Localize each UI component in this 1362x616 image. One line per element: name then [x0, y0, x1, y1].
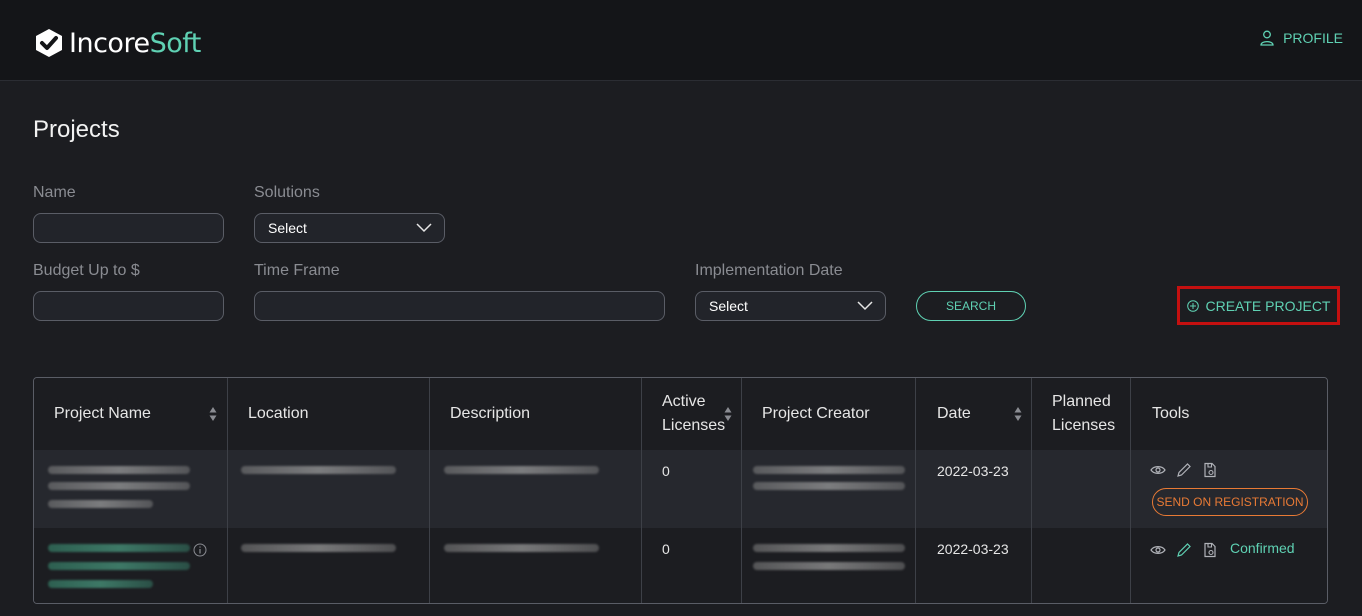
info-icon[interactable] — [193, 543, 207, 557]
redacted-project-creator — [753, 562, 905, 570]
page-title: Projects — [33, 116, 120, 143]
budget-filter-label: Budget Up to $ — [33, 262, 140, 279]
col-tools: Tools — [1152, 405, 1190, 422]
send-on-registration-button[interactable]: SEND ON REGISTRATION — [1152, 488, 1308, 516]
column-divider — [641, 378, 642, 603]
col-description: Description — [450, 405, 531, 422]
top-bar: IncoreSoft PROFILE — [0, 0, 1362, 81]
column-divider — [227, 378, 228, 603]
impl-date-select[interactable]: Select — [695, 291, 886, 321]
col-project-creator: Project Creator — [762, 405, 870, 422]
create-project-label: CREATE PROJECT — [1205, 297, 1331, 314]
impl-date-filter-label: Implementation Date — [695, 262, 843, 279]
redacted-project-name — [48, 466, 190, 474]
redacted-project-name — [48, 482, 190, 490]
budget-filter-input[interactable] — [33, 291, 224, 321]
column-divider — [915, 378, 916, 603]
chevron-down-icon — [416, 223, 432, 233]
column-divider — [429, 378, 430, 603]
redacted-description — [444, 544, 599, 552]
solutions-select[interactable]: Select — [254, 213, 445, 243]
sort-icon[interactable] — [209, 406, 217, 422]
impl-date-select-value: Select — [709, 298, 748, 314]
redacted-project-name[interactable] — [48, 544, 190, 552]
status-confirmed: Confirmed — [1230, 540, 1295, 556]
create-project-button[interactable]: CREATE PROJECT — [1177, 286, 1340, 325]
logo-text: IncoreSoft — [69, 27, 201, 59]
sort-icon[interactable] — [1014, 406, 1022, 422]
redacted-project-creator — [753, 466, 905, 474]
name-filter-label: Name — [33, 184, 76, 201]
col-project-name[interactable]: Project Name — [54, 402, 151, 426]
column-divider — [741, 378, 742, 603]
name-filter-input[interactable] — [33, 213, 224, 243]
logo-icon — [36, 29, 62, 57]
brand-logo[interactable]: IncoreSoft — [33, 26, 201, 60]
active-licenses-value: 0 — [662, 541, 670, 557]
redacted-project-creator — [753, 482, 905, 490]
redacted-project-creator — [753, 544, 905, 552]
column-divider — [1130, 378, 1131, 603]
redacted-location — [241, 544, 396, 552]
col-active-licenses[interactable]: Active Licenses — [662, 390, 725, 438]
document-settings-icon[interactable] — [1202, 542, 1218, 558]
projects-table: Project Name Location Description Active… — [33, 377, 1328, 604]
active-licenses-value: 0 — [662, 463, 670, 479]
chevron-down-icon — [857, 301, 873, 311]
redacted-project-name — [48, 500, 153, 508]
eye-icon[interactable] — [1150, 542, 1166, 558]
user-icon — [1260, 30, 1274, 46]
solutions-select-value: Select — [268, 220, 307, 236]
column-divider — [1031, 378, 1032, 603]
profile-link[interactable]: PROFILE — [1260, 30, 1343, 46]
solutions-filter-label: Solutions — [254, 184, 320, 201]
col-location: Location — [248, 405, 309, 422]
sort-icon[interactable] — [724, 406, 732, 422]
edit-icon[interactable] — [1176, 542, 1192, 558]
date-value: 2022-03-23 — [937, 463, 1009, 479]
document-settings-icon[interactable] — [1202, 462, 1218, 478]
plus-circle-icon — [1186, 299, 1199, 312]
profile-label: PROFILE — [1283, 30, 1343, 46]
timeframe-filter-label: Time Frame — [254, 262, 340, 279]
date-value: 2022-03-23 — [937, 541, 1009, 557]
timeframe-filter-input[interactable] — [254, 291, 665, 321]
eye-icon[interactable] — [1150, 462, 1166, 478]
col-planned-licenses: Planned Licenses — [1052, 393, 1116, 434]
col-date[interactable]: Date — [937, 402, 971, 426]
redacted-project-name[interactable] — [48, 580, 153, 588]
redacted-location — [241, 466, 396, 474]
edit-icon[interactable] — [1176, 462, 1192, 478]
redacted-description — [444, 466, 599, 474]
redacted-project-name[interactable] — [48, 562, 190, 570]
search-button[interactable]: SEARCH — [916, 291, 1026, 321]
